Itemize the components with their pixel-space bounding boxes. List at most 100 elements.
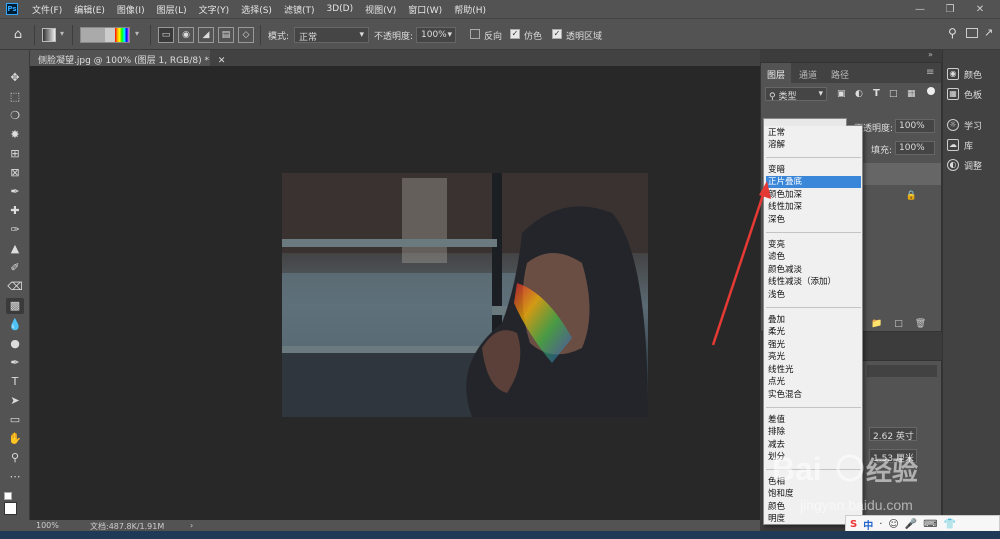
eraser-tool-icon[interactable]: ⌫: [6, 279, 24, 295]
brush-tool-icon[interactable]: ✑: [6, 222, 24, 238]
more-tools-icon[interactable]: ⋯: [6, 469, 24, 485]
new-layer-icon[interactable]: □: [894, 319, 903, 331]
opacity-input[interactable]: 100% ▾: [416, 27, 456, 43]
type-tool-icon[interactable]: T: [6, 374, 24, 390]
menu-image[interactable]: 图像(I): [117, 3, 145, 16]
blend-mode-lighten[interactable]: 变亮: [766, 239, 861, 251]
blend-mode-normal[interactable]: 正常: [766, 127, 861, 139]
close-icon[interactable]: ✕: [965, 0, 995, 18]
blend-mode-hard-mix[interactable]: 实色混合: [766, 389, 861, 401]
radial-gradient-icon[interactable]: ◉: [178, 27, 194, 43]
zoom-tool-icon[interactable]: ⚲: [6, 450, 24, 466]
share-icon[interactable]: ↗: [984, 26, 993, 39]
blend-mode-soft-light[interactable]: 柔光: [766, 326, 861, 338]
mini-item-libraries[interactable]: ☁ 库: [947, 136, 973, 154]
menu-type[interactable]: 文字(Y): [199, 3, 230, 16]
punctuation-icon[interactable]: ·: [879, 519, 882, 530]
filter-adjustment-icon[interactable]: ◐: [855, 89, 863, 99]
pen-tool-icon[interactable]: ✒: [6, 355, 24, 371]
reverse-checkbox[interactable]: [470, 29, 480, 39]
menu-file[interactable]: 文件(F): [32, 3, 62, 16]
blend-mode-difference[interactable]: 差值: [766, 414, 861, 426]
workspace-icon[interactable]: [966, 28, 978, 38]
blend-mode-lighter-color[interactable]: 浅色: [766, 289, 861, 301]
angle-gradient-icon[interactable]: ◢: [198, 27, 214, 43]
filter-pixel-icon[interactable]: ▣: [837, 89, 846, 99]
swap-colors-icon[interactable]: [4, 492, 12, 500]
microphone-icon[interactable]: 🎤: [905, 519, 917, 530]
skin-icon[interactable]: 👕: [944, 519, 956, 530]
blend-mode-dissolve[interactable]: 溶解: [766, 139, 861, 151]
menu-select[interactable]: 选择(S): [241, 3, 272, 16]
rectangle-tool-icon[interactable]: ▭: [6, 412, 24, 428]
blend-mode-linear-burn[interactable]: 线性加深: [766, 201, 861, 213]
menu-3d[interactable]: 3D(D): [326, 4, 353, 14]
blend-mode-linear-dodge[interactable]: 线性减淡（添加）: [766, 276, 861, 288]
hand-tool-icon[interactable]: ✋: [6, 431, 24, 447]
chevron-down-icon[interactable]: ▾: [60, 29, 64, 38]
tab-paths[interactable]: 路径: [825, 63, 855, 83]
blend-mode-pin-light[interactable]: 点光: [766, 376, 861, 388]
panel-menu-icon[interactable]: ≡: [926, 67, 934, 78]
menu-view[interactable]: 视图(V): [365, 3, 396, 16]
diamond-gradient-icon[interactable]: ◇: [238, 27, 254, 43]
dither-checkbox[interactable]: ✓: [510, 29, 520, 39]
minimize-icon[interactable]: —: [905, 0, 935, 18]
filter-shape-icon[interactable]: □: [889, 89, 898, 99]
blend-mode-color-dodge[interactable]: 颜色减淡: [766, 264, 861, 276]
delete-layer-icon[interactable]: 🗑: [915, 319, 926, 331]
mode-select[interactable]: 正常 ▾: [294, 27, 369, 43]
menu-layer[interactable]: 图层(L): [157, 3, 187, 16]
mini-item-swatches[interactable]: ▦ 色板: [947, 85, 982, 103]
tab-channels[interactable]: 通道: [793, 63, 823, 83]
layer-row[interactable]: 🔒: [861, 187, 941, 207]
gradient-preview[interactable]: [80, 27, 130, 43]
new-group-icon[interactable]: 📁: [871, 319, 882, 331]
blend-mode-linear-light[interactable]: 线性光: [766, 364, 861, 376]
healing-brush-tool-icon[interactable]: ✚: [6, 203, 24, 219]
home-icon[interactable]: ⌂: [10, 27, 26, 43]
filter-toggle-icon[interactable]: [927, 87, 935, 95]
menu-edit[interactable]: 编辑(E): [74, 3, 105, 16]
mini-item-adjustments[interactable]: ◐ 调整: [947, 156, 982, 174]
linear-gradient-icon[interactable]: ▭: [158, 27, 174, 43]
ime-mode-label[interactable]: 中: [863, 517, 873, 532]
blend-mode-darker-color[interactable]: 深色: [766, 214, 861, 226]
layer-fill-input[interactable]: 100%: [895, 141, 935, 155]
mini-item-color[interactable]: ◉ 颜色: [947, 65, 982, 83]
filter-smart-object-icon[interactable]: ▦: [907, 89, 916, 99]
zoom-level[interactable]: 100%: [36, 521, 59, 530]
chevron-right-icon[interactable]: ›: [190, 521, 193, 530]
path-selection-tool-icon[interactable]: ➤: [6, 393, 24, 409]
blend-mode-multiply[interactable]: 正片叠底: [766, 176, 861, 189]
blend-mode-select[interactable]: [763, 118, 847, 126]
marquee-tool-icon[interactable]: ⬚: [6, 89, 24, 105]
close-tab-icon[interactable]: ✕: [218, 56, 226, 66]
mini-item-learn[interactable]: ☼ 学习: [947, 116, 982, 134]
collapse-icon[interactable]: »: [928, 50, 933, 59]
maximize-icon[interactable]: ❐: [935, 0, 965, 18]
blend-mode-overlay[interactable]: 叠加: [766, 314, 861, 326]
filter-type-icon[interactable]: T: [873, 88, 880, 99]
document-photo[interactable]: [282, 173, 648, 417]
menu-window[interactable]: 窗口(W): [408, 3, 442, 16]
blend-mode-color-burn[interactable]: 颜色加深: [766, 189, 861, 201]
layer-filter-select[interactable]: ⚲ 类型 ▾: [765, 87, 827, 102]
blend-mode-screen[interactable]: 滤色: [766, 251, 861, 263]
transparency-checkbox[interactable]: ✓: [552, 29, 562, 39]
history-brush-tool-icon[interactable]: ✐: [6, 260, 24, 276]
reflected-gradient-icon[interactable]: ▤: [218, 27, 234, 43]
clone-stamp-tool-icon[interactable]: ▲: [6, 241, 24, 257]
gradient-tool-icon[interactable]: ▩: [6, 298, 24, 314]
gradient-tool-icon[interactable]: [42, 28, 56, 42]
blend-mode-exclusion[interactable]: 排除: [766, 426, 861, 438]
dodge-tool-icon[interactable]: ●: [6, 336, 24, 352]
frame-tool-icon[interactable]: ⊠: [6, 165, 24, 181]
blend-mode-hard-light[interactable]: 强光: [766, 339, 861, 351]
layer-row-selected[interactable]: [861, 163, 941, 185]
tab-layers[interactable]: 图层: [761, 63, 792, 83]
search-icon[interactable]: ⚲: [948, 26, 957, 40]
menu-filter[interactable]: 滤镜(T): [284, 3, 315, 16]
quick-select-tool-icon[interactable]: ✸: [6, 127, 24, 143]
keyboard-icon[interactable]: ⌨: [923, 519, 937, 530]
